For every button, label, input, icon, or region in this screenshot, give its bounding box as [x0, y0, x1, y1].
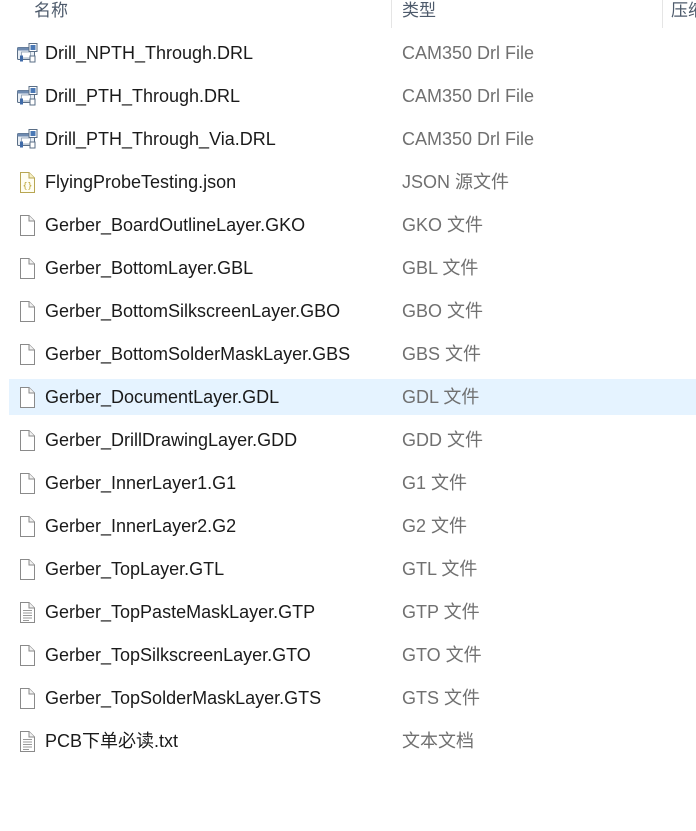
blank-file-icon	[15, 343, 39, 365]
file-name: Gerber_BottomLayer.GBL	[45, 258, 254, 278]
file-row-selected[interactable]: Gerber_DocumentLayer.GDL GDL 文件	[9, 379, 696, 415]
file-name: Gerber_TopSilkscreenLayer.GTO	[45, 645, 311, 665]
file-row[interactable]: Gerber_TopPasteMaskLayer.GTP GTP 文件	[9, 594, 696, 630]
file-type: GTS 文件	[402, 688, 481, 708]
blank-file-icon	[15, 214, 39, 236]
column-header-type[interactable]: 类型	[402, 0, 657, 28]
file-name: Gerber_TopPasteMaskLayer.GTP	[45, 602, 316, 622]
file-type: GTP 文件	[402, 602, 480, 622]
file-row[interactable]: Gerber_TopSolderMaskLayer.GTS GTS 文件	[9, 680, 696, 716]
file-row[interactable]: Drill_NPTH_Through.DRL CAM350 Drl File	[9, 35, 696, 71]
file-row[interactable]: Gerber_InnerLayer1.G1 G1 文件	[9, 465, 696, 501]
file-row[interactable]: Gerber_BottomLayer.GBL GBL 文件	[9, 250, 696, 286]
file-type: G2 文件	[402, 516, 468, 536]
blank-file-icon	[15, 472, 39, 494]
cam350-drill-file-icon	[15, 85, 39, 107]
blank-file-icon	[15, 386, 39, 408]
file-type: JSON 源文件	[402, 172, 510, 192]
file-name: Gerber_TopLayer.GTL	[45, 559, 225, 579]
file-name: Drill_PTH_Through.DRL	[45, 86, 241, 106]
json-file-icon: {}	[15, 171, 39, 193]
file-type: GTO 文件	[402, 645, 482, 665]
file-row[interactable]: Drill_PTH_Through.DRL CAM350 Drl File	[9, 78, 696, 114]
column-header-name[interactable]: 名称	[34, 0, 389, 28]
column-header-compressed-size[interactable]: 压缩	[671, 0, 696, 28]
file-type: GKO 文件	[402, 215, 484, 235]
file-type: 文本文档	[402, 731, 474, 751]
file-row[interactable]: Gerber_BoardOutlineLayer.GKO GKO 文件	[9, 207, 696, 243]
file-name: Gerber_InnerLayer2.G2	[45, 516, 237, 536]
column-header-bar: 名称 类型 压缩	[0, 0, 696, 28]
blank-file-icon	[15, 257, 39, 279]
file-name: Drill_NPTH_Through.DRL	[45, 43, 254, 63]
file-name: Gerber_InnerLayer1.G1	[45, 473, 237, 493]
file-name: FlyingProbeTesting.json	[45, 172, 237, 192]
file-type: CAM350 Drl File	[402, 129, 535, 149]
svg-text:{}: {}	[23, 181, 33, 190]
blank-file-icon	[15, 558, 39, 580]
file-name: Gerber_DocumentLayer.GDL	[45, 387, 280, 407]
file-type: GBL 文件	[402, 258, 479, 278]
blank-file-icon	[15, 644, 39, 666]
file-name: Gerber_BottomSilkscreenLayer.GBO	[45, 301, 341, 321]
file-name: Drill_PTH_Through_Via.DRL	[45, 129, 276, 149]
file-name: PCB下单必读.txt	[45, 731, 179, 751]
text-file-icon	[15, 601, 39, 623]
file-type: GBO 文件	[402, 301, 484, 321]
file-type: GDD 文件	[402, 430, 483, 450]
file-row[interactable]: Gerber_DrillDrawingLayer.GDD GDD 文件	[9, 422, 696, 458]
file-type: GBS 文件	[402, 344, 482, 364]
file-row[interactable]: Gerber_TopLayer.GTL GTL 文件	[9, 551, 696, 587]
file-row[interactable]: Gerber_BottomSilkscreenLayer.GBO GBO 文件	[9, 293, 696, 329]
file-explorer-list: 名称 类型 压缩 Drill_NPTH_Through.DRL CAM350 Dr…	[0, 0, 696, 831]
file-type: CAM350 Drl File	[402, 86, 535, 106]
file-type: GTL 文件	[402, 559, 478, 579]
file-row[interactable]: PCB下单必读.txt 文本文档	[9, 723, 696, 759]
cam350-drill-file-icon	[15, 42, 39, 64]
file-name: Gerber_BoardOutlineLayer.GKO	[45, 215, 306, 235]
column-divider[interactable]	[391, 0, 392, 28]
text-file-icon	[15, 730, 39, 752]
file-row[interactable]: {} FlyingProbeTesting.json JSON 源文件	[9, 164, 696, 200]
file-row[interactable]: Gerber_TopSilkscreenLayer.GTO GTO 文件	[9, 637, 696, 673]
file-row[interactable]: Drill_PTH_Through_Via.DRL CAM350 Drl File	[9, 121, 696, 157]
file-type: G1 文件	[402, 473, 468, 493]
column-divider[interactable]	[662, 0, 663, 28]
blank-file-icon	[15, 515, 39, 537]
file-type: CAM350 Drl File	[402, 43, 535, 63]
blank-file-icon	[15, 300, 39, 322]
blank-file-icon	[15, 429, 39, 451]
file-row[interactable]: Gerber_BottomSolderMaskLayer.GBS GBS 文件	[9, 336, 696, 372]
file-name: Gerber_TopSolderMaskLayer.GTS	[45, 688, 322, 708]
cam350-drill-file-icon	[15, 128, 39, 150]
blank-file-icon	[15, 687, 39, 709]
file-row[interactable]: Gerber_InnerLayer2.G2 G2 文件	[9, 508, 696, 544]
file-type: GDL 文件	[402, 387, 480, 407]
file-name: Gerber_BottomSolderMaskLayer.GBS	[45, 344, 351, 364]
file-name: Gerber_DrillDrawingLayer.GDD	[45, 430, 298, 450]
